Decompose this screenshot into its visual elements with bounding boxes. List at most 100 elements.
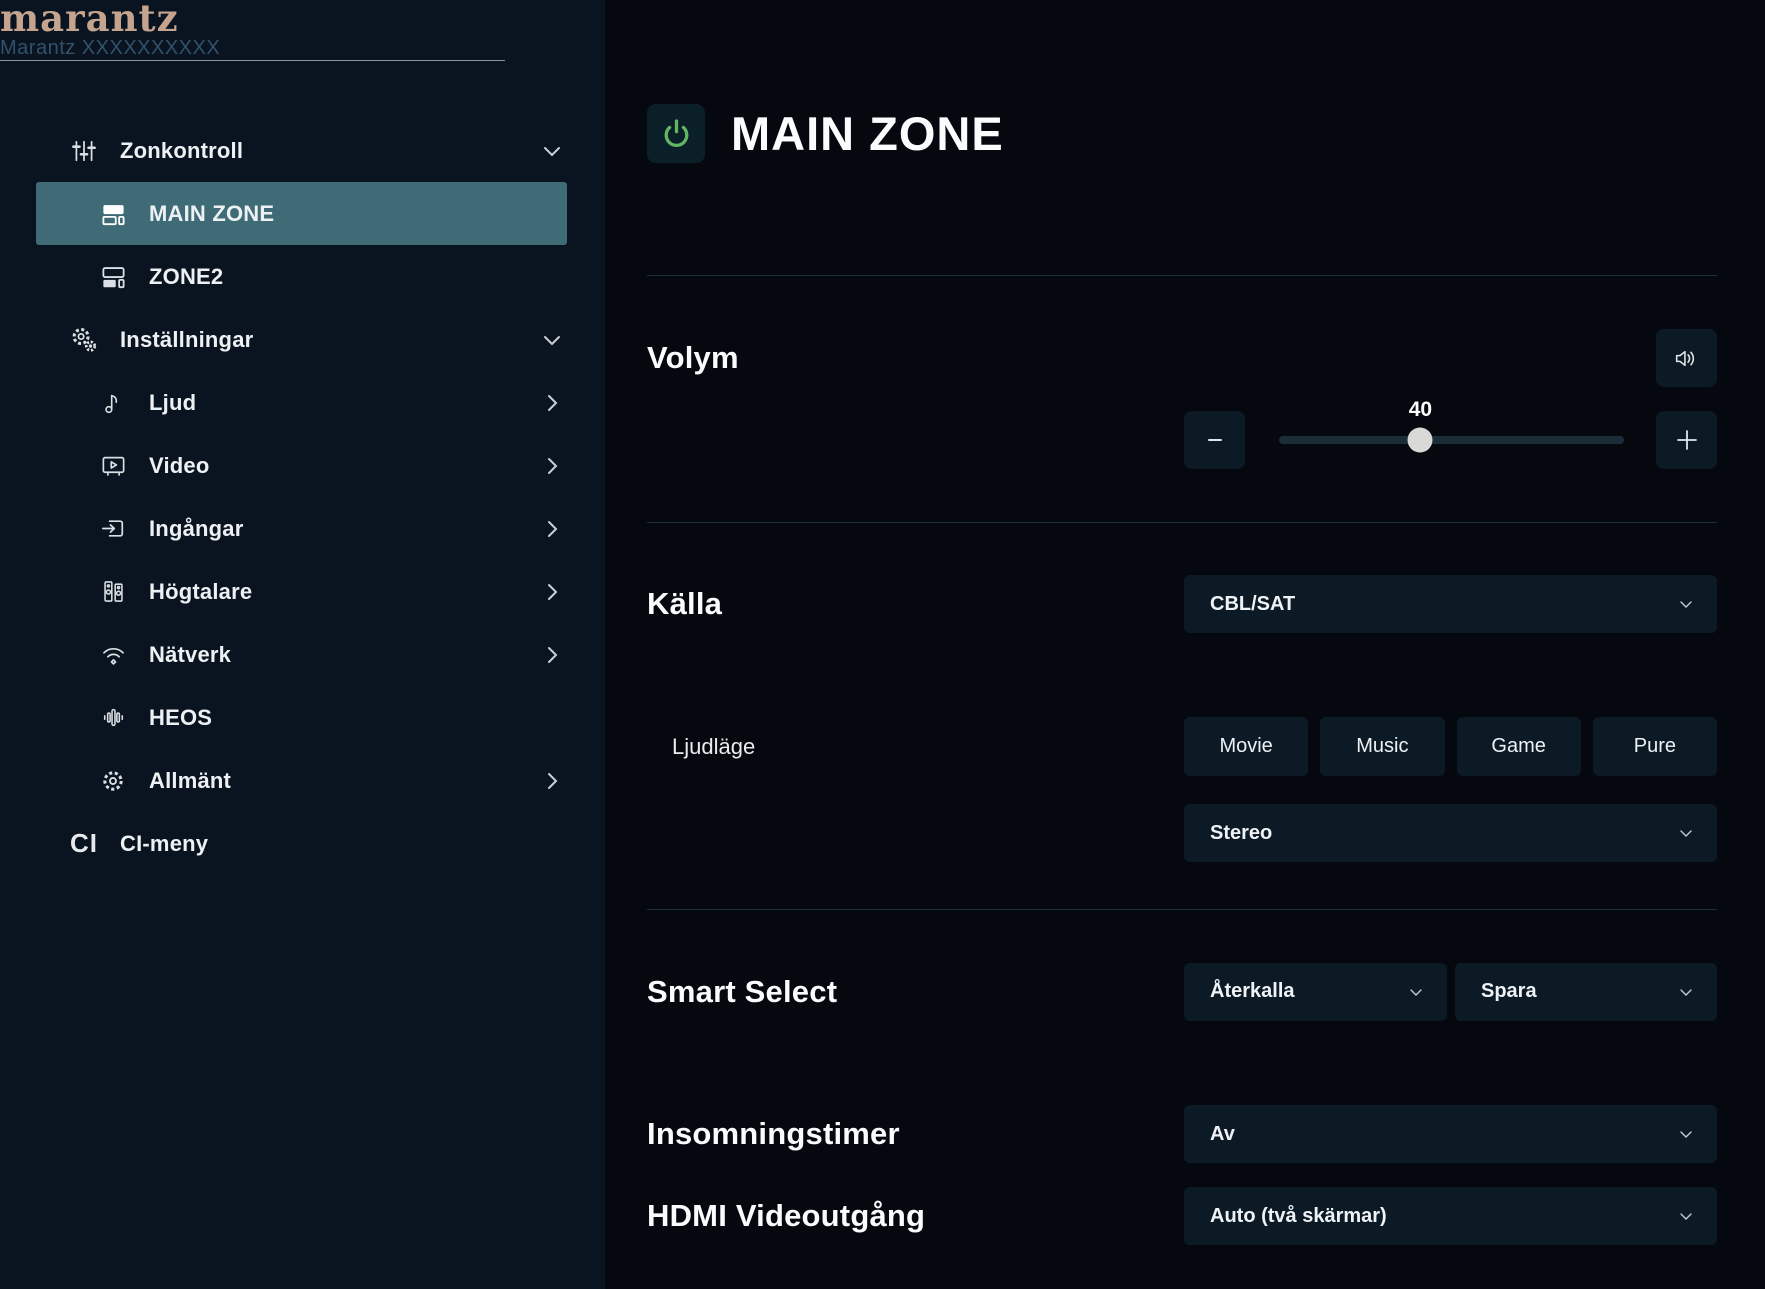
sound-mode-buttons: Movie Music Game Pure — [1184, 717, 1717, 776]
wifi-icon — [99, 641, 127, 669]
section-divider — [647, 522, 1717, 523]
sidebar-item-label: Inställningar — [120, 326, 254, 352]
music-note-icon — [99, 389, 127, 417]
save-value: Spara — [1481, 980, 1537, 1002]
sound-mode-select[interactable]: Stereo — [1184, 804, 1717, 862]
sidebar-item-zonkontroll[interactable]: Zonkontroll — [36, 119, 567, 182]
sidebar-item-label: ZONE2 — [149, 263, 224, 289]
hdmi-out-section: HDMI Videoutgång Auto (två skärmar) — [647, 1187, 1717, 1245]
power-icon — [658, 115, 695, 152]
source-label: Källa — [647, 586, 723, 621]
chevron-down-icon — [1405, 981, 1427, 1003]
smart-select-label: Smart Select — [647, 973, 838, 1009]
sidebar-item-label: Zonkontroll — [120, 137, 244, 163]
main-content: MAIN ZONE Volym 40 Källa CBL/SAT Ljudläg… — [605, 0, 1765, 1289]
speaker-volume-icon — [1671, 343, 1702, 374]
sidebar-item-ci-meny[interactable]: CI CI-meny — [36, 812, 567, 875]
smart-select-recall-select[interactable]: Återkalla — [1184, 962, 1447, 1021]
power-button[interactable] — [647, 103, 705, 163]
smart-select-section: Smart Select Återkalla Spara — [647, 962, 1717, 1021]
source-value: CBL/SAT — [1210, 592, 1296, 615]
smart-select-save-select[interactable]: Spara — [1455, 962, 1717, 1021]
minus-icon — [1200, 425, 1230, 455]
sidebar-item-allmant[interactable]: Allmänt — [36, 749, 567, 812]
sidebar-item-label: MAIN ZONE — [149, 200, 275, 226]
sidebar-item-label: Video — [149, 452, 210, 478]
sidebar-item-label: Ingångar — [149, 515, 244, 541]
source-section: Källa CBL/SAT Ljudläge Movie Music Game … — [647, 575, 1717, 862]
chevron-down-icon — [1675, 1205, 1697, 1227]
sidebar-item-main-zone[interactable]: MAIN ZONE — [36, 182, 567, 245]
sidebar-item-heos[interactable]: HEOS — [36, 686, 567, 749]
volume-up-button[interactable] — [1656, 411, 1717, 469]
brand-divider — [0, 60, 505, 61]
tv-icon — [99, 452, 127, 480]
sound-mode-music-button[interactable]: Music — [1320, 717, 1445, 776]
heos-icon — [99, 704, 127, 732]
sidebar-item-ingangar[interactable]: Ingångar — [36, 497, 567, 560]
chevron-down-icon — [1675, 981, 1697, 1003]
sidebar-item-label: HEOS — [149, 704, 213, 730]
sound-mode-value: Stereo — [1210, 821, 1273, 844]
volume-label: Volym — [647, 340, 739, 375]
sound-mode-label: Ljudläge — [672, 733, 756, 759]
hdmi-out-value: Auto (två skärmar) — [1210, 1204, 1387, 1227]
chevron-down-icon — [1675, 822, 1697, 844]
sleep-timer-section: Insomningstimer Av — [647, 1105, 1717, 1163]
speakers-icon — [99, 578, 127, 606]
chevron-right-icon — [539, 768, 565, 794]
ci-icon: CI — [70, 828, 98, 858]
page-title: MAIN ZONE — [731, 106, 1004, 160]
sleep-timer-label: Insomningstimer — [647, 1116, 900, 1151]
chevron-down-icon — [539, 138, 565, 164]
volume-slider-thumb[interactable] — [1407, 427, 1433, 453]
volume-down-button[interactable] — [1184, 411, 1245, 469]
sidebar-item-label: Nätverk — [149, 641, 232, 667]
sidebar-nav: Zonkontroll MAIN ZONE ZONE2 Inställninga… — [0, 119, 605, 875]
faders-icon — [70, 137, 98, 165]
device-model-label: Marantz XXXXXXXXXX — [0, 37, 221, 59]
hdmi-out-label: HDMI Videoutgång — [647, 1198, 926, 1233]
gears-icon — [70, 326, 98, 354]
chevron-right-icon — [539, 516, 565, 542]
sidebar-item-natverk[interactable]: Nätverk — [36, 623, 567, 686]
chevron-right-icon — [539, 579, 565, 605]
source-select[interactable]: CBL/SAT — [1184, 575, 1717, 633]
sidebar-item-video[interactable]: Video — [36, 434, 567, 497]
sound-mode-movie-button[interactable]: Movie — [1184, 717, 1309, 776]
section-divider — [647, 909, 1717, 910]
sidebar-item-ljud[interactable]: Ljud — [36, 371, 567, 434]
chevron-down-icon — [539, 327, 565, 353]
main-zone-icon — [99, 200, 127, 228]
gear-icon — [99, 767, 127, 795]
sidebar-item-installningar[interactable]: Inställningar — [36, 308, 567, 371]
sleep-timer-value: Av — [1210, 1122, 1235, 1145]
section-divider — [647, 275, 1717, 276]
mute-button[interactable] — [1656, 329, 1717, 387]
sidebar: marantz Marantz XXXXXXXXXX Zonkontroll M… — [0, 0, 605, 1289]
plus-icon — [1670, 423, 1704, 457]
volume-value: 40 — [1408, 398, 1433, 421]
zone2-icon — [99, 263, 127, 291]
marantz-logo: marantz — [0, 0, 179, 40]
chevron-right-icon — [539, 453, 565, 479]
sidebar-item-label: Ljud — [149, 389, 197, 415]
chevron-down-icon — [1675, 1123, 1697, 1145]
input-icon — [99, 515, 127, 543]
sidebar-item-label: CI-meny — [120, 830, 209, 856]
sleep-timer-select[interactable]: Av — [1184, 1105, 1717, 1163]
sidebar-item-label: Allmänt — [149, 767, 232, 793]
volume-section: Volym 40 — [647, 329, 1717, 469]
recall-value: Återkalla — [1210, 980, 1295, 1002]
sidebar-item-hogtalare[interactable]: Högtalare — [36, 560, 567, 623]
volume-slider: 40 — [1279, 398, 1624, 469]
volume-slider-track[interactable] — [1279, 427, 1624, 453]
chevron-right-icon — [539, 390, 565, 416]
sidebar-item-zone2[interactable]: ZONE2 — [36, 245, 567, 308]
sidebar-item-label: Högtalare — [149, 578, 253, 604]
hdmi-out-select[interactable]: Auto (två skärmar) — [1184, 1187, 1717, 1245]
zone-header: MAIN ZONE — [647, 103, 1717, 163]
chevron-right-icon — [539, 642, 565, 668]
sound-mode-pure-button[interactable]: Pure — [1592, 717, 1717, 776]
sound-mode-game-button[interactable]: Game — [1456, 717, 1581, 776]
